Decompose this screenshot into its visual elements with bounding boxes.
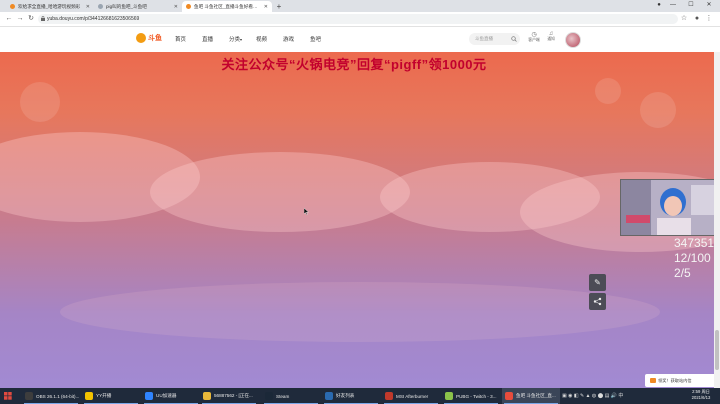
taskbar-item[interactable]: OBS 26.1.1 (64-bit)... xyxy=(22,388,80,404)
browser-tab-1[interactable]: 欢给求全直播_哈哈游玩视频彩 ✕ xyxy=(6,1,94,12)
tab-favicon-icon xyxy=(98,4,103,9)
system-tray-icons[interactable]: ▣ ◉ ◧ ✎ ▲ ◍ ⬤ ▤ 🔊 中 xyxy=(562,389,623,403)
app-icon xyxy=(325,392,333,400)
taskbar-item-label: 56887562 - [正在... xyxy=(214,393,253,398)
douyu-logo[interactable]: 斗鱼 xyxy=(136,33,162,43)
chevron-down-icon: ▾ xyxy=(240,37,243,42)
tab-label: pig叫的鱼吧_斗鱼吧 xyxy=(106,3,147,9)
app-icon xyxy=(25,392,33,400)
taskbar-item-label: OBS 26.1.1 (64-bit)... xyxy=(36,393,80,399)
app-icon xyxy=(385,392,393,400)
reward-notice[interactable]: 领奖！获取站内信 xyxy=(645,374,718,387)
nav-yuba[interactable]: 鱼吧 xyxy=(310,35,321,43)
nav-games[interactable]: 游戏 xyxy=(283,35,294,43)
notice-text: 领奖！获取站内信 xyxy=(658,378,692,383)
clock-date: 2021/6/13 xyxy=(691,395,711,400)
edit-icon: ✎ xyxy=(594,278,601,287)
scrollbar-thumb[interactable] xyxy=(715,330,719,370)
mouse-cursor-icon xyxy=(304,208,309,215)
taskbar-item-label: PUBG - Twitch - 3... xyxy=(456,393,497,399)
window-profile-icon[interactable]: ● xyxy=(652,0,666,11)
tab-favicon-icon xyxy=(10,4,15,9)
site-header xyxy=(0,27,720,52)
page-background xyxy=(0,52,720,388)
nav-category-label: 分类 xyxy=(229,37,241,43)
share-icon xyxy=(593,297,602,306)
client-label: 客户端 xyxy=(528,38,540,42)
taskbar-item-label: Steam xyxy=(276,393,290,399)
logo-text: 斗鱼 xyxy=(148,35,162,42)
minimize-button[interactable]: — xyxy=(666,0,680,11)
mail-icon xyxy=(650,378,656,383)
taskbar-item[interactable]: MSI Afterburner xyxy=(382,388,440,404)
fish-logo-icon xyxy=(136,33,146,43)
taskbar-item-label: 好友列表 xyxy=(336,393,355,398)
decor-cloud xyxy=(150,152,410,232)
back-arrow-icon[interactable]: ← xyxy=(4,12,14,26)
search-placeholder: 斗鱼直播 xyxy=(475,36,493,41)
tab-label: 欢给求全直播_哈哈游玩视频彩 xyxy=(18,3,81,9)
notification-button[interactable]: ♫ 通知 xyxy=(544,31,558,42)
app-icon xyxy=(445,392,453,400)
nav-category[interactable]: 分类▾ xyxy=(229,35,242,43)
forward-arrow-icon[interactable]: → xyxy=(15,12,25,26)
browser-tab-2[interactable]: pig叫的鱼吧_斗鱼吧 ✕ xyxy=(94,1,182,12)
bookmark-star-icon[interactable]: ☆ xyxy=(679,12,689,26)
decor-bubble xyxy=(595,78,621,104)
taskbar-item[interactable]: 鱼吧 斗鱼社区_直... xyxy=(502,388,560,404)
decor-cloud xyxy=(60,282,660,342)
app-icon xyxy=(203,392,211,400)
nav-live[interactable]: 直播 xyxy=(202,35,213,43)
address-bar[interactable]: yuba.douyu.com/p/344126681623506569 xyxy=(38,14,678,24)
windows-start-icon[interactable] xyxy=(0,388,16,404)
streamer-webcam-overlay xyxy=(620,179,720,236)
taskbar-item[interactable]: Steam xyxy=(262,388,320,404)
share-button[interactable] xyxy=(589,293,606,310)
app-icon xyxy=(265,392,273,400)
menu-kebab-icon[interactable]: ⋮ xyxy=(704,12,714,26)
decor-bubble xyxy=(640,92,676,128)
tab-favicon-icon xyxy=(186,4,191,9)
taskbar-clock[interactable]: 2:59 周日 2021/6/13 xyxy=(686,389,716,401)
tab-label: 鱼吧 斗鱼社区_直播斗鱼好看的直 xyxy=(194,3,261,9)
app-icon xyxy=(85,392,93,400)
search-icon[interactable] xyxy=(511,36,517,42)
notification-label: 通知 xyxy=(547,37,555,41)
close-tab-icon[interactable]: ✕ xyxy=(174,4,178,10)
url-text: yuba.douyu.com/p/344126681623506569 xyxy=(47,16,140,22)
taskbar-item-label: UU加速器 xyxy=(156,393,177,398)
taskbar-item[interactable]: UU加速器 xyxy=(142,388,200,404)
maximize-button[interactable]: ☐ xyxy=(684,0,698,11)
new-tab-button[interactable]: + xyxy=(274,1,284,12)
promo-banner-text: 关注公众号“火锅电竞”回复“pigff”领1000元 xyxy=(221,57,487,72)
nav-video[interactable]: 视频 xyxy=(256,35,267,43)
client-download-button[interactable]: ◷ 客户端 xyxy=(527,31,541,43)
app-icon xyxy=(145,392,153,400)
taskbar-item-label: YY开播 xyxy=(96,393,112,398)
user-avatar[interactable] xyxy=(565,32,581,48)
lock-icon xyxy=(41,16,45,21)
browser-tab-3[interactable]: 鱼吧 斗鱼社区_直播斗鱼好看的直 ✕ xyxy=(182,1,272,12)
webcam-picture xyxy=(621,180,719,235)
close-window-button[interactable]: ✕ xyxy=(702,0,716,11)
decor-bubble xyxy=(20,82,60,122)
taskbar-item[interactable]: YY开播 xyxy=(82,388,140,404)
taskbar-item-label: 鱼吧 斗鱼社区_直... xyxy=(516,393,556,398)
taskbar-item[interactable]: PUBG - Twitch - 3... xyxy=(442,388,500,404)
close-tab-icon[interactable]: ✕ xyxy=(86,4,90,10)
account-icon[interactable]: ● xyxy=(692,12,702,26)
taskbar-item-label: MSI Afterburner xyxy=(396,393,429,399)
taskbar-item[interactable]: 好友列表 xyxy=(322,388,380,404)
taskbar-item[interactable]: 56887562 - [正在... xyxy=(200,388,258,404)
close-tab-icon[interactable]: ✕ xyxy=(264,4,268,10)
reload-icon[interactable]: ↻ xyxy=(26,12,36,26)
edit-post-button[interactable]: ✎ xyxy=(589,274,606,291)
app-icon xyxy=(505,392,513,400)
overlay-counter-1: 347351 xyxy=(674,236,715,250)
nav-home[interactable]: 首页 xyxy=(175,35,186,43)
overlay-counter-3: 2/5 xyxy=(674,266,691,280)
overlay-counter-2: 12/100 xyxy=(674,251,711,265)
